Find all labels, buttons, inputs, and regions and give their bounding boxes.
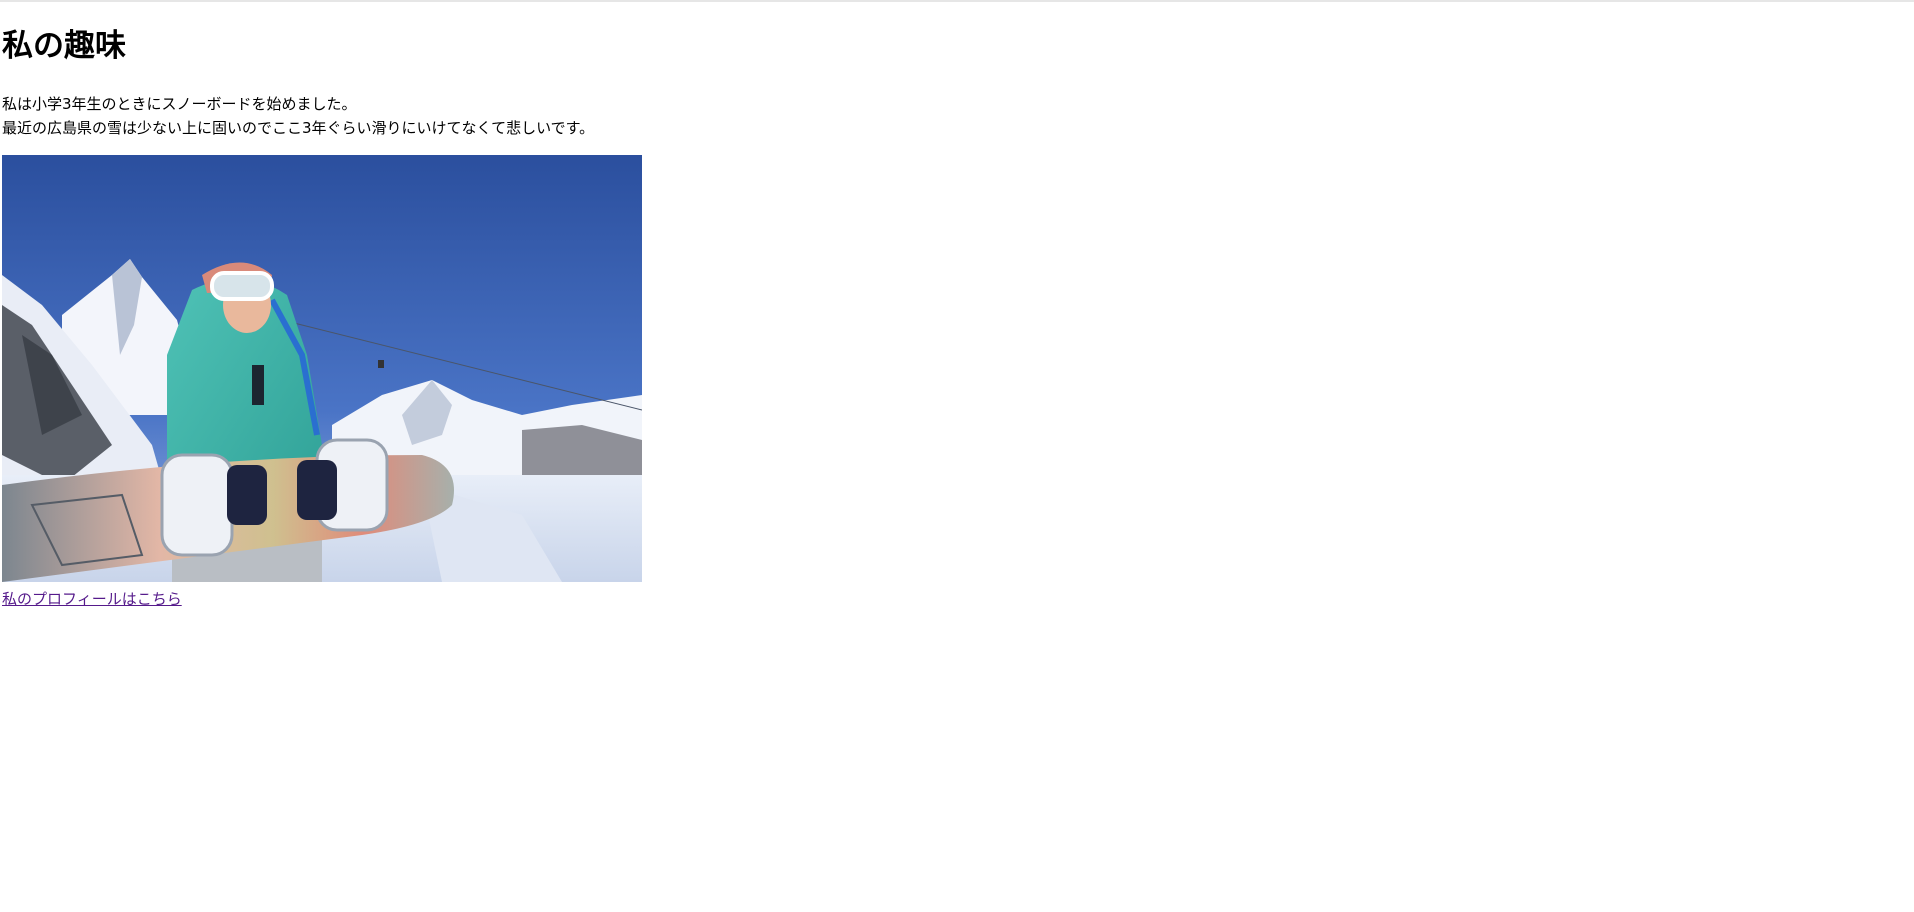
binding-left [160, 453, 234, 557]
glove-left [227, 465, 267, 525]
goggles [210, 271, 274, 301]
glove-right [297, 460, 337, 520]
page-title: 私の趣味 [2, 28, 126, 64]
intro-paragraph: 私は小学3年生のときにスノーボードを始めました。 最近の広島県の雪は少ない上に固… [2, 92, 594, 140]
intro-line-1: 私は小学3年生のときにスノーボードを始めました。 [2, 95, 357, 113]
top-border [0, 0, 1914, 2]
snowboard-photo [2, 155, 642, 582]
intro-line-2: 最近の広島県の雪は少ない上に固いのでここ3年ぐらい滑りにいけてなくて悲しいです。 [2, 119, 595, 137]
profile-link[interactable]: 私のプロフィールはこちら [2, 588, 182, 610]
